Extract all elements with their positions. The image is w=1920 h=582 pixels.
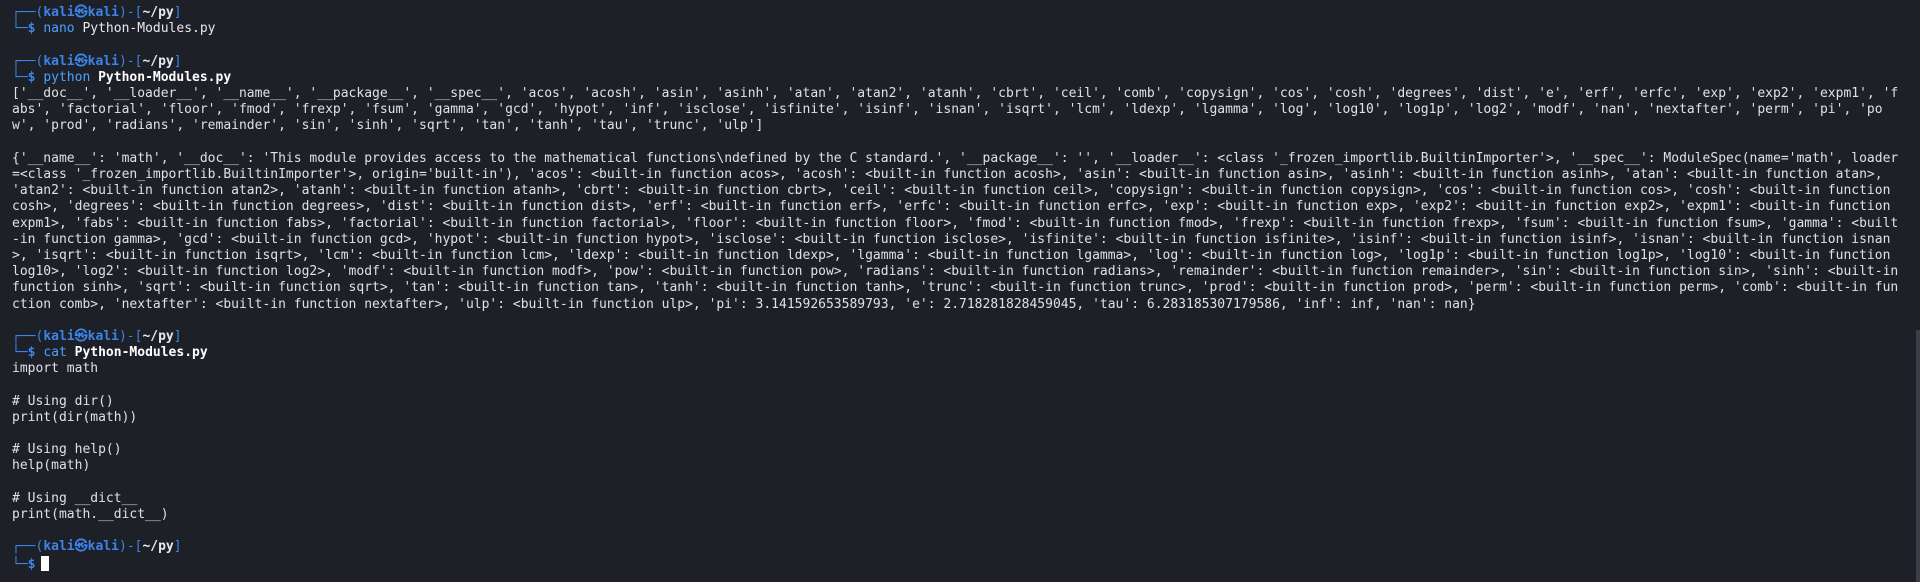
- command-line: └─$ cat Python-Modules.py: [12, 345, 208, 361]
- file-line: help(math): [12, 458, 91, 474]
- file-line: # Using help(): [12, 442, 122, 458]
- command-name: nano: [43, 21, 75, 37]
- terminal-window[interactable]: ┌──(kali㉿kali)-[~/py] └─$ nano Python-Mo…: [0, 0, 1920, 582]
- file-line: [12, 426, 1920, 442]
- command-argument: Python-Modules.py: [98, 69, 232, 85]
- file-line: # Using __dict__: [12, 490, 138, 506]
- prompt-line-top: ┌──(kali㉿kali)-[~/py]: [12, 539, 182, 555]
- file-line: print(dir(math)): [12, 409, 138, 425]
- file-line: import math: [12, 361, 99, 377]
- prompt-line-top: ┌──(kali㉿kali)-[~/py]: [12, 328, 182, 344]
- file-line: # Using dir(): [12, 393, 114, 409]
- active-command-line[interactable]: └─$: [12, 555, 1920, 572]
- command-name: cat: [43, 345, 67, 361]
- file-line: [12, 378, 1920, 394]
- command-name: python: [43, 69, 91, 85]
- dict-output: {'__name__': 'math', '__doc__': 'This mo…: [12, 150, 1907, 312]
- command-line: └─$ python Python-Modules.py: [12, 69, 232, 85]
- scrollbar-thumb[interactable]: [1916, 330, 1920, 582]
- file-line: [12, 475, 1920, 491]
- dir-output: ['__doc__', '__loader__', '__name__', '_…: [12, 85, 1899, 134]
- text-cursor: [41, 555, 50, 571]
- command-argument: Python-Modules.py: [82, 21, 216, 37]
- command-argument: Python-Modules.py: [74, 345, 208, 361]
- prompt-line-top: ┌──(kali㉿kali)-[~/py]: [12, 53, 182, 69]
- file-line: print(math.__dict__): [12, 507, 169, 523]
- command-line: └─$ nano Python-Modules.py: [12, 21, 216, 37]
- prompt-line-top: ┌──(kali㉿kali)-[~/py]: [12, 5, 182, 20]
- scrollbar[interactable]: [1912, 0, 1920, 582]
